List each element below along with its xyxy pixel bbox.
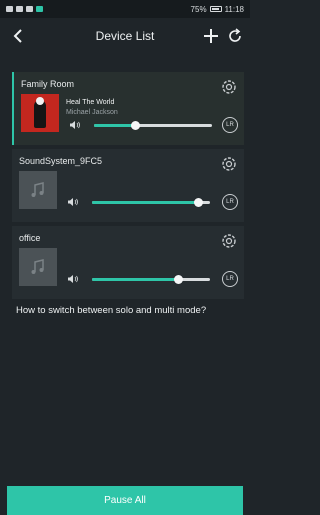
device-name: office (19, 233, 41, 243)
music-note-icon (19, 171, 57, 209)
music-note-icon (19, 248, 57, 286)
device-card-soundsystem[interactable]: SoundSystem_9FC5 LR (12, 149, 244, 222)
volume-slider-knob[interactable] (130, 121, 140, 130)
pause-all-button[interactable]: Pause All (7, 486, 243, 515)
status-right: 75% 11:18 (191, 5, 244, 14)
header: Device List (0, 18, 250, 54)
volume-slider[interactable] (94, 121, 212, 130)
gear-icon[interactable] (220, 155, 238, 173)
page-title: Device List (95, 29, 155, 43)
volume-slider[interactable] (92, 198, 210, 207)
device-list: Family Room Heal The World Michael Jacks… (12, 72, 244, 303)
volume-slider-knob[interactable] (193, 198, 203, 207)
album-cover (21, 94, 59, 132)
track-title: Heal The World (66, 99, 115, 106)
status-icons (6, 6, 43, 12)
channel-button[interactable]: LR (222, 194, 238, 210)
sim-icon (6, 6, 13, 12)
track-artist: Michael Jackson (66, 109, 118, 116)
back-icon[interactable] (10, 27, 28, 45)
add-device-icon[interactable] (202, 27, 220, 45)
device-card-family-room[interactable]: Family Room Heal The World Michael Jacks… (12, 72, 244, 145)
volume-slider-knob[interactable] (173, 275, 183, 284)
solo-multi-help-link[interactable]: How to switch between solo and multi mod… (16, 305, 246, 316)
device-name: Family Room (21, 79, 75, 89)
battery-percent: 75% (190, 4, 207, 14)
volume-icon[interactable] (69, 120, 81, 130)
notification-icon (36, 6, 43, 12)
device-name: SoundSystem_9FC5 (19, 156, 103, 166)
signal-icon (16, 6, 23, 12)
wifi-icon (26, 6, 33, 12)
clock: 11:18 (224, 4, 244, 14)
battery-icon (209, 6, 222, 12)
device-card-office[interactable]: office LR (12, 226, 244, 299)
gear-icon[interactable] (220, 78, 238, 96)
channel-button[interactable]: LR (222, 271, 238, 287)
gear-icon[interactable] (220, 232, 238, 250)
status-bar: 75% 11:18 (0, 0, 250, 18)
volume-slider[interactable] (92, 275, 210, 284)
channel-button[interactable]: LR (222, 117, 238, 133)
volume-icon[interactable] (67, 197, 79, 207)
refresh-icon[interactable] (226, 27, 244, 45)
volume-icon[interactable] (67, 274, 79, 284)
